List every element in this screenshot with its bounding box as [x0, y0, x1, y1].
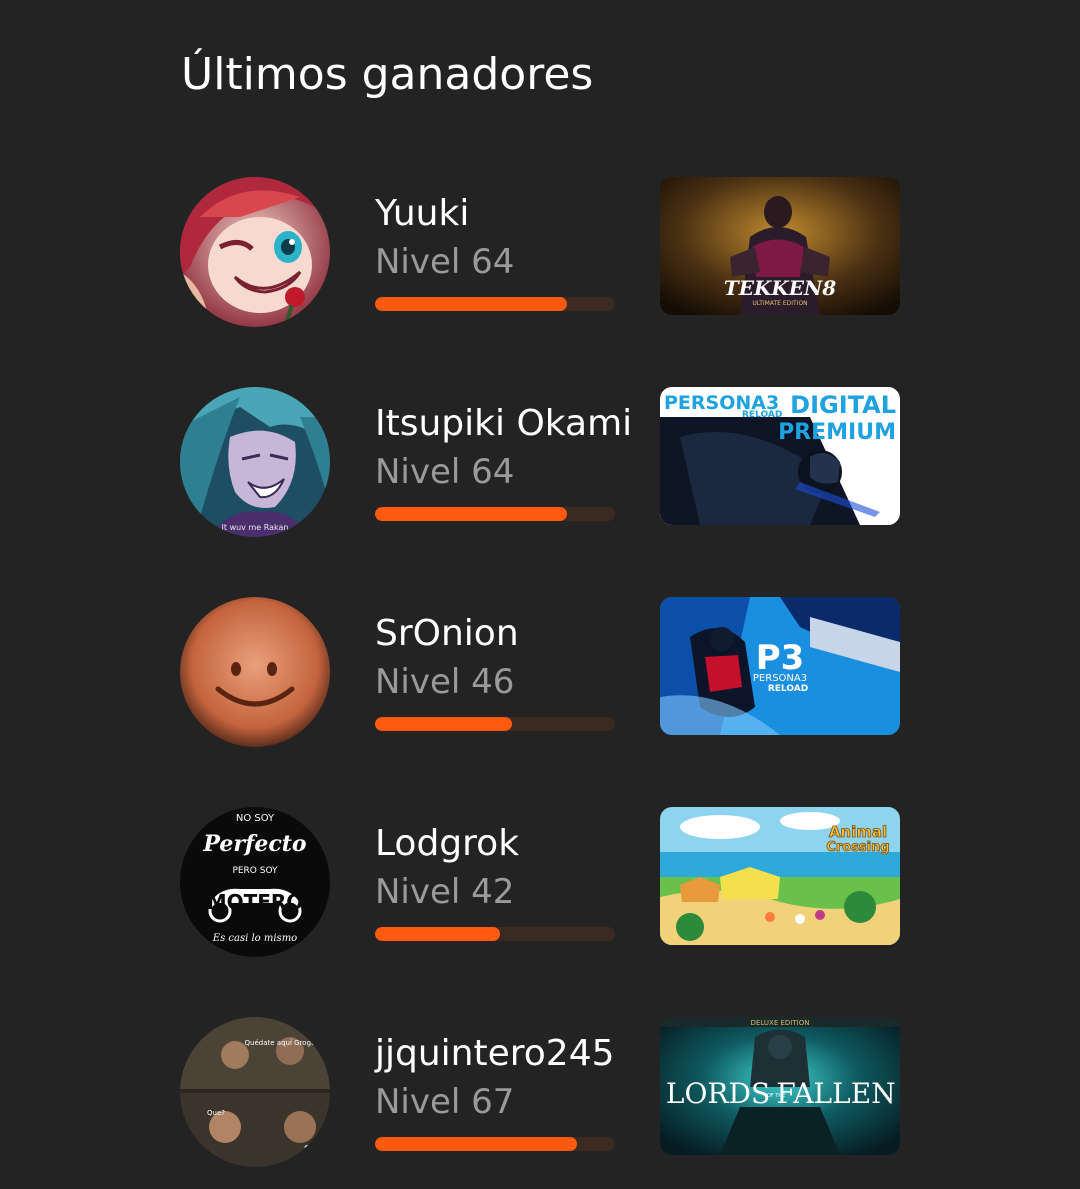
prize-logo-text: Crossing: [826, 840, 889, 855]
avatar-text: Que: [304, 1144, 322, 1153]
winner-level: Nivel 67: [375, 1082, 515, 1122]
avatar-text: MOTERO: [207, 890, 304, 914]
prize-cover-image[interactable]: DELUXE EDITION LORDS OF THE FALLEN: [660, 1017, 900, 1155]
prize-cover-image[interactable]: Animal Crossing: [660, 807, 900, 945]
prize-logo-text: Animal: [829, 823, 887, 841]
prize-edition-text: DIGITAL: [790, 391, 896, 419]
svg-text:It wuv me Rakan: It wuv me Rakan: [222, 523, 289, 532]
winner-name: SrOnion: [375, 613, 519, 654]
prize-cover-image[interactable]: PERSONA3 RELOAD DIGITAL PREMIUM: [660, 387, 900, 525]
winner-info: Itsupiki Okami Nivel 64: [375, 401, 633, 495]
winner-row[interactable]: It wuv me Rakan Itsupiki Okami Nivel 64 …: [180, 387, 900, 537]
winner-name: Yuuki: [375, 193, 470, 234]
prize-sublogo-text: RELOAD: [768, 684, 808, 694]
prize-logo-text: P3: [756, 638, 805, 678]
meme-collage-avatar: Quédate aquí Grogu Que? Que: [180, 1017, 330, 1167]
prize-logo-text: LORDS: [666, 1077, 770, 1110]
level-progress-bar: [375, 507, 615, 521]
winner-row[interactable]: Yuuki Nivel 64 TEKKEN8 ULTIMATE EDITION: [180, 177, 900, 327]
level-progress-bar: [375, 927, 615, 941]
winner-info: jjquintero245 Nivel 67: [375, 1031, 620, 1125]
winner-level: Nivel 46: [375, 662, 515, 702]
avatar-text: Es casi lo mismo: [212, 933, 297, 944]
winner-info: Lodgrok Nivel 42: [375, 821, 620, 915]
winners-list: Yuuki Nivel 64 TEKKEN8 ULTIMATE EDITION …: [0, 0, 1080, 1189]
avatar-text: PERO SOY: [232, 866, 278, 876]
winner-info: SrOnion Nivel 46: [375, 611, 620, 705]
winner-row[interactable]: Quédate aquí Grogu Que? Que jjquintero24…: [180, 1017, 900, 1167]
chibi-character-avatar: [180, 177, 330, 327]
prize-sublogo-text: RELOAD: [742, 410, 782, 420]
level-progress-fill: [375, 1137, 577, 1151]
winner-name: Itsupiki Okami: [375, 403, 633, 444]
prize-edition-text: ULTIMATE EDITION: [752, 300, 807, 307]
prize-logo-text: TEKKEN8: [724, 276, 836, 300]
level-progress-bar: [375, 297, 615, 311]
prize-cover-image[interactable]: P3 PERSONA3 RELOAD: [660, 597, 900, 735]
level-progress-fill: [375, 507, 567, 521]
level-progress-fill: [375, 297, 567, 311]
prize-cover-image[interactable]: TEKKEN8 ULTIMATE EDITION: [660, 177, 900, 315]
prize-logo-text: FALLEN: [776, 1077, 895, 1110]
level-progress-fill: [375, 717, 512, 731]
winner-level: Nivel 64: [375, 242, 515, 282]
winner-info: Yuuki Nivel 64: [375, 191, 620, 285]
prize-sublogo-text: PERSONA3: [753, 673, 807, 684]
avatar-text: NO SOY: [236, 813, 275, 824]
avatar-text: Que?: [207, 1109, 225, 1117]
prize-edition-text: DELUXE EDITION: [751, 1019, 810, 1027]
winner-name: jjquintero245: [375, 1033, 615, 1074]
prize-edition-text: PREMIUM: [778, 420, 896, 445]
winner-level: Nivel 42: [375, 872, 515, 912]
motorcycle-badge-avatar: NO SOY Perfecto PERO SOY MOTERO Es casi …: [180, 807, 330, 957]
anime-villain-avatar: It wuv me Rakan: [180, 387, 330, 537]
winner-name: Lodgrok: [375, 823, 520, 864]
smiling-face-avatar: [180, 597, 330, 747]
winner-row[interactable]: NO SOY Perfecto PERO SOY MOTERO Es casi …: [180, 807, 900, 957]
avatar-text: Quédate aquí Grogu: [245, 1039, 316, 1047]
level-progress-bar: [375, 1137, 615, 1151]
winner-level: Nivel 64: [375, 452, 515, 492]
level-progress-bar: [375, 717, 615, 731]
winner-row[interactable]: SrOnion Nivel 46 P3 PERSONA3 RELOAD: [180, 597, 900, 747]
avatar-text: Perfecto: [202, 831, 306, 857]
level-progress-fill: [375, 927, 500, 941]
